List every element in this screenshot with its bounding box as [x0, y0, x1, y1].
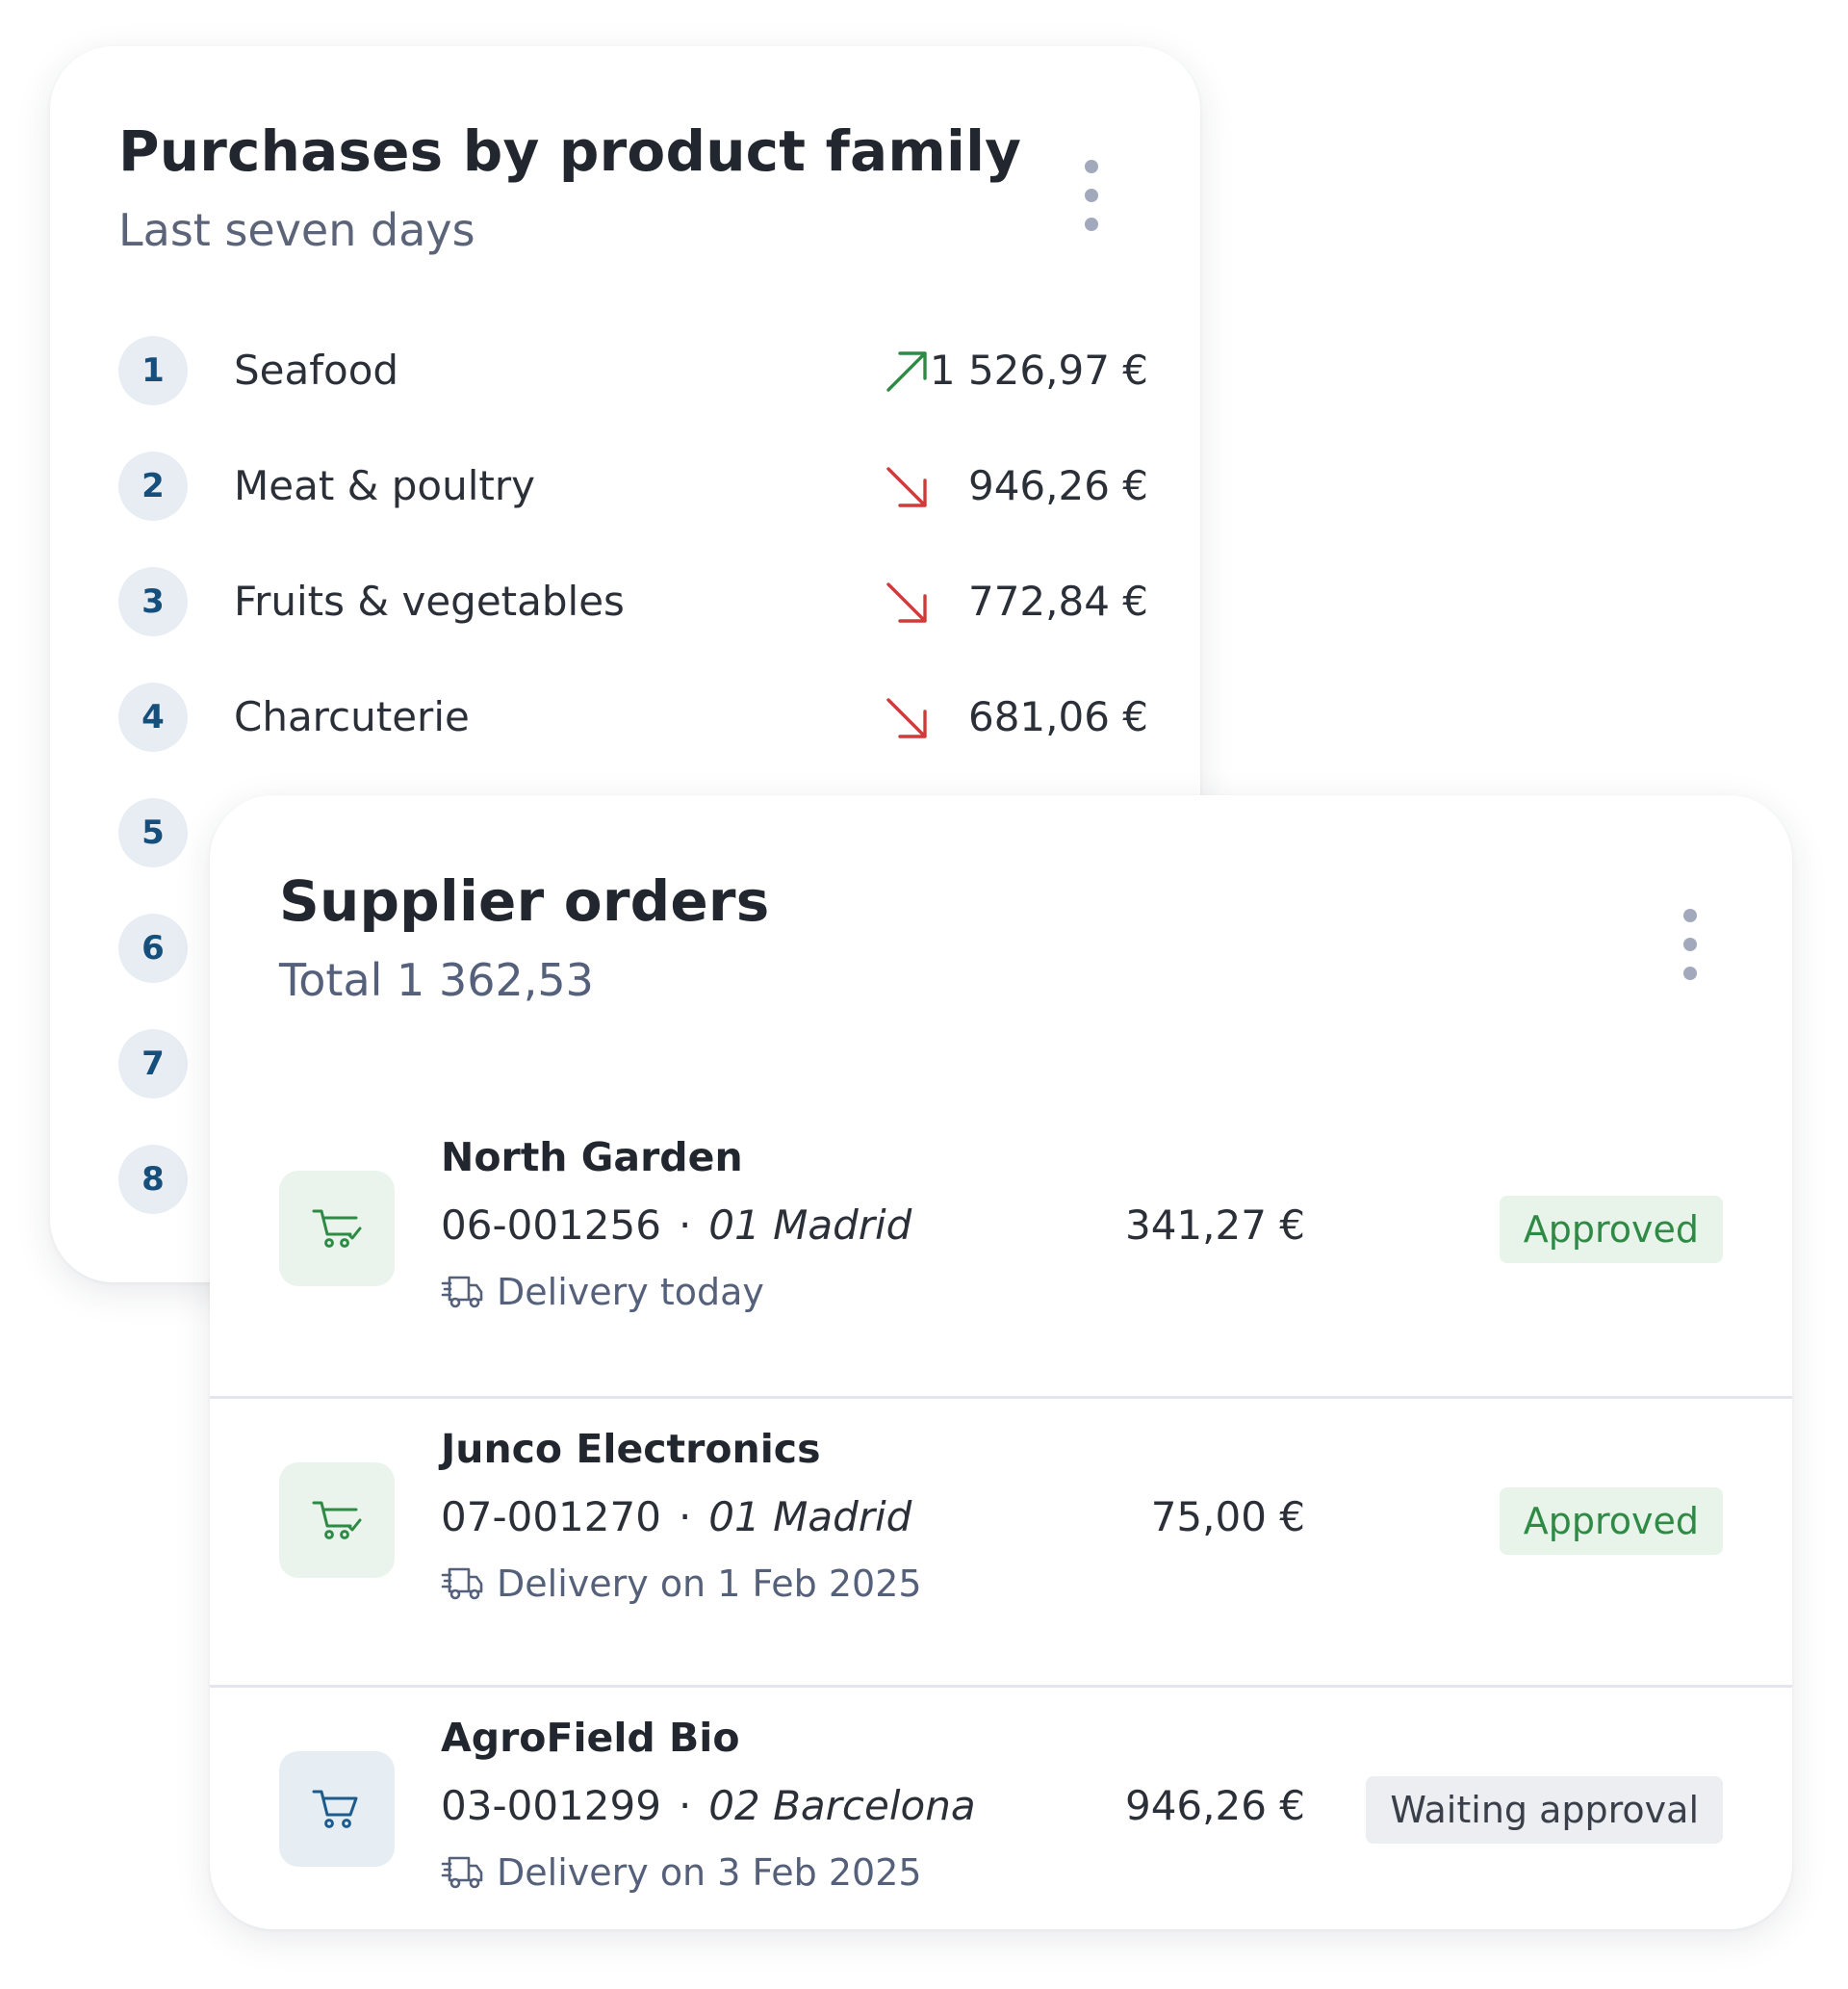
- orders-total: Total 1 362,53: [279, 954, 594, 1006]
- status-badge: Waiting approval: [1366, 1776, 1723, 1844]
- list-item[interactable]: 3 Fruits & vegetables 772,84 €: [118, 567, 1148, 636]
- product-family-name: Meat & poultry: [234, 462, 535, 509]
- supplier-name: North Garden: [441, 1134, 743, 1180]
- purchases-subtitle: Last seven days: [118, 204, 475, 256]
- order-meta: 06-001256 · 01 Madrid: [441, 1201, 911, 1249]
- order-amount: 75,00 €: [1150, 1493, 1305, 1540]
- delivery-text: Delivery on 1 Feb 2025: [497, 1563, 922, 1605]
- order-location: 02 Barcelona: [708, 1782, 976, 1829]
- delivery-truck-icon: [441, 1567, 483, 1599]
- order-number: 07-001270: [441, 1493, 661, 1540]
- purchases-title: Purchases by product family: [118, 118, 1022, 184]
- order-location: 01 Madrid: [708, 1493, 912, 1540]
- order-amount: 946,26 €: [1124, 1782, 1305, 1829]
- separator-dot: ·: [678, 1782, 692, 1829]
- status-badge: Approved: [1499, 1487, 1723, 1555]
- cart-icon: [279, 1751, 395, 1867]
- separator-dot: ·: [678, 1493, 692, 1540]
- more-options-icon[interactable]: [1077, 160, 1106, 231]
- delivery-info: Delivery today: [441, 1271, 764, 1319]
- more-options-icon[interactable]: [1676, 909, 1705, 980]
- product-family-amount: 1 526,97 €: [929, 347, 1148, 394]
- product-family-name: Seafood: [234, 347, 399, 394]
- product-family-amount: 681,06 €: [967, 693, 1148, 740]
- trend-down-icon: [886, 467, 927, 507]
- list-item[interactable]: 1 Seafood 1 526,97 €: [118, 336, 1148, 405]
- delivery-info: Delivery on 3 Feb 2025: [441, 1851, 922, 1899]
- delivery-info: Delivery on 1 Feb 2025: [441, 1563, 922, 1611]
- product-family-amount: 946,26 €: [967, 462, 1148, 509]
- rank-badge: 7: [118, 1029, 188, 1098]
- list-item[interactable]: 2 Meat & poultry 946,26 €: [118, 452, 1148, 521]
- product-family-amount: 772,84 €: [967, 578, 1148, 625]
- order-amount: 341,27 €: [1124, 1201, 1305, 1249]
- orders-title: Supplier orders: [279, 868, 770, 934]
- order-location: 01 Madrid: [708, 1201, 912, 1249]
- product-family-name: Fruits & vegetables: [234, 578, 625, 625]
- order-row[interactable]: Junco Electronics 07-001270 · 01 Madrid De…: [210, 1396, 1792, 1688]
- order-number: 03-001299: [441, 1782, 661, 1829]
- cart-check-icon: [279, 1171, 395, 1286]
- trend-down-icon: [886, 698, 927, 738]
- delivery-truck-icon: [441, 1856, 483, 1888]
- order-meta: 07-001270 · 01 Madrid: [441, 1493, 911, 1540]
- delivery-text: Delivery on 3 Feb 2025: [497, 1851, 922, 1894]
- rank-badge: 5: [118, 798, 188, 867]
- rank-badge: 8: [118, 1145, 188, 1214]
- trend-up-icon: [886, 351, 927, 392]
- status-badge: Approved: [1499, 1196, 1723, 1263]
- supplier-name: AgroField Bio: [441, 1715, 740, 1761]
- order-number: 06-001256: [441, 1201, 661, 1249]
- supplier-orders-card: Supplier orders Total 1 362,53 North Gar…: [210, 795, 1792, 1929]
- supplier-name: Junco Electronics: [441, 1426, 821, 1472]
- rank-badge: 6: [118, 914, 188, 983]
- rank-badge: 1: [118, 336, 188, 405]
- delivery-text: Delivery today: [497, 1271, 764, 1313]
- delivery-truck-icon: [441, 1276, 483, 1307]
- order-row[interactable]: North Garden 06-001256 · 01 Madrid Deliver…: [210, 1107, 1792, 1396]
- list-item[interactable]: 4 Charcuterie 681,06 €: [118, 683, 1148, 752]
- trend-down-icon: [886, 582, 927, 623]
- order-meta: 03-001299 · 02 Barcelona: [441, 1782, 976, 1829]
- separator-dot: ·: [678, 1201, 692, 1249]
- rank-badge: 3: [118, 567, 188, 636]
- rank-badge: 4: [118, 683, 188, 752]
- rank-badge: 2: [118, 452, 188, 521]
- cart-check-icon: [279, 1462, 395, 1578]
- order-row[interactable]: AgroField Bio 03-001299 · 02 Barcelona Del…: [210, 1685, 1792, 1976]
- product-family-name: Charcuterie: [234, 693, 470, 740]
